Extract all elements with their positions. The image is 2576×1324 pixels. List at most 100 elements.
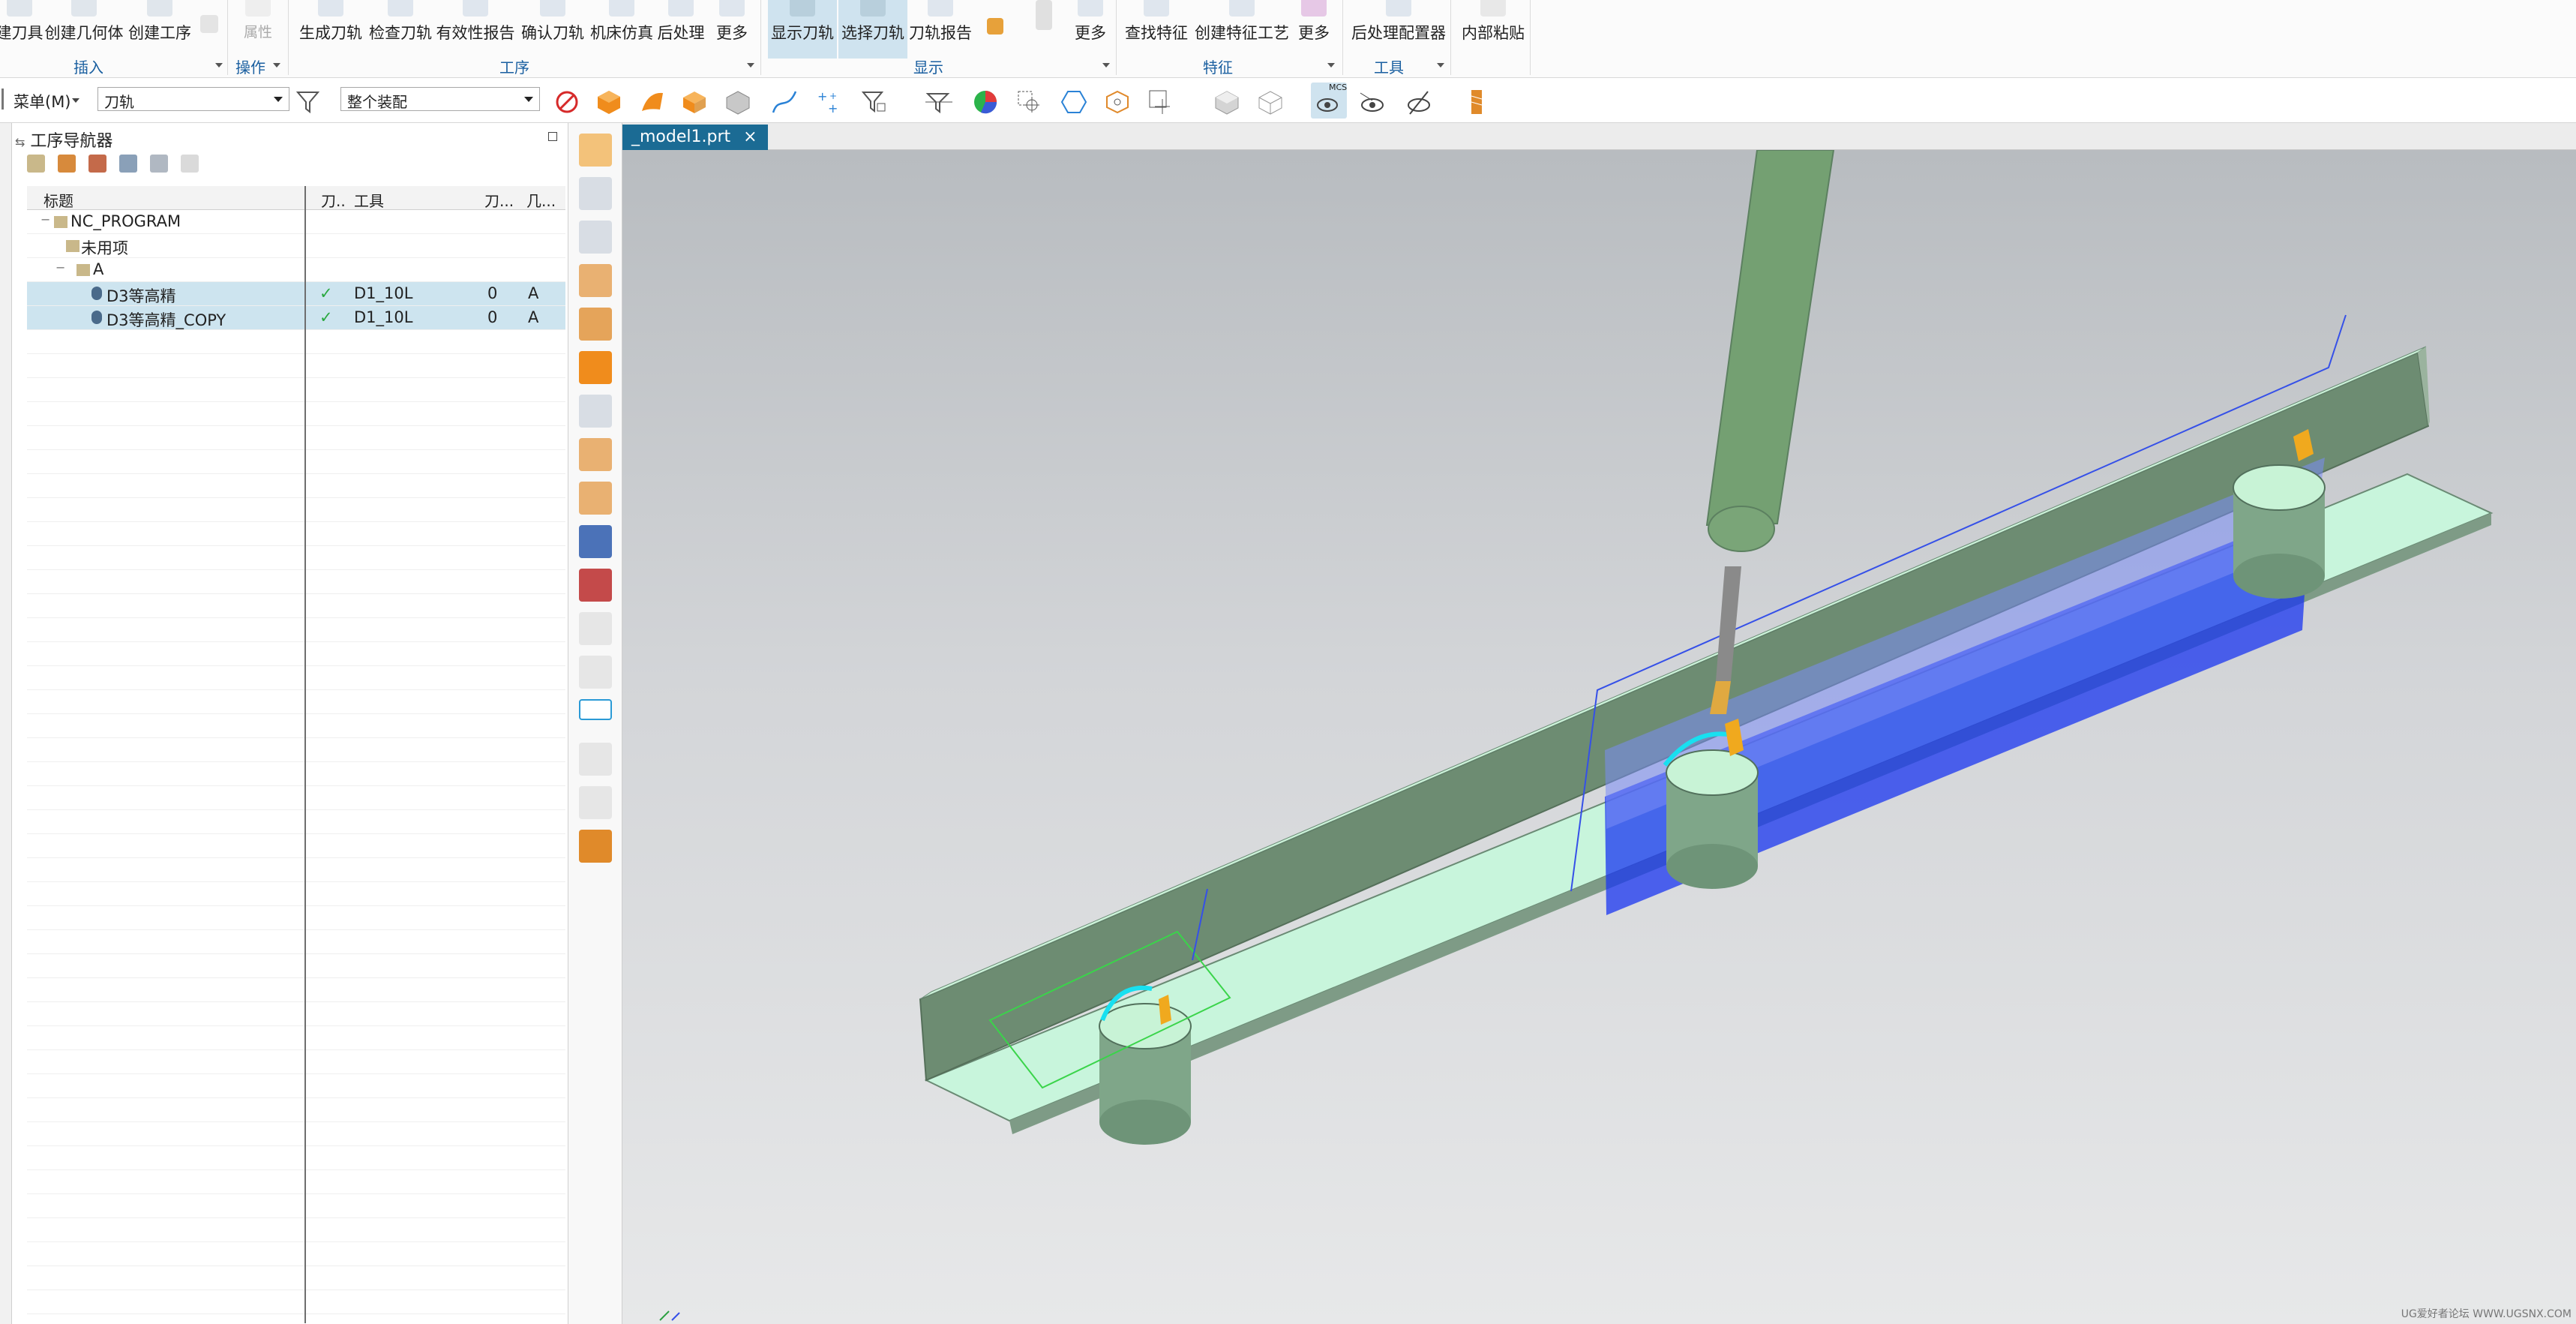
tool-delete-icon[interactable] (579, 482, 612, 515)
create-operation-button[interactable]: 创建工序 (127, 0, 192, 59)
show-toolpath-button[interactable]: 显示刀轨 (768, 0, 837, 59)
sheet-body-icon[interactable] (639, 89, 666, 116)
machine-simulation-button[interactable]: 机床仿真 (589, 0, 654, 59)
postprocess-button[interactable]: 后处理 (657, 0, 705, 59)
filter-icon[interactable] (295, 89, 322, 116)
create-feature-process-button[interactable]: 创建特征工艺 (1195, 0, 1289, 59)
point-icon[interactable]: + + + (816, 89, 843, 116)
tool-axis-icon[interactable] (579, 264, 612, 297)
tool-display-icon[interactable] (1464, 89, 1491, 116)
confirm-toolpath-button[interactable]: 确认刀轨 (520, 0, 585, 59)
col-tool-number[interactable]: 刀... (484, 189, 514, 211)
find-icon[interactable] (150, 155, 169, 173)
display-icons-stack[interactable] (978, 0, 1012, 59)
tool-list-icon[interactable] (579, 438, 612, 471)
curve-icon[interactable] (771, 89, 798, 116)
col-geometry[interactable]: 几... (526, 189, 556, 211)
collapse-icon[interactable]: − (55, 260, 65, 275)
properties-button[interactable]: 属性 (237, 0, 279, 59)
chevron-down-icon[interactable] (1437, 63, 1444, 68)
chevron-down-icon[interactable] (215, 63, 223, 68)
geometry-view-icon[interactable] (88, 155, 107, 173)
insert-extra-button[interactable] (196, 0, 222, 59)
chevron-down-icon[interactable] (273, 63, 280, 68)
col-title[interactable]: 标题 (43, 189, 73, 211)
show-toolpath-icon (790, 0, 815, 17)
mcs-view-icon[interactable]: MCS (1311, 83, 1347, 119)
selection-filter-icon[interactable] (861, 89, 888, 116)
tree-row-program-a[interactable]: − A (27, 258, 565, 282)
create-tool-button[interactable]: 建刀具 (0, 0, 43, 59)
tree-row-operation-copy[interactable]: D3等高精_COPY ✓ D1_10L 0 A (27, 306, 565, 330)
chevron-down-icon[interactable] (747, 63, 754, 68)
toolpath-report-button[interactable]: 刀轨报告 (907, 0, 973, 59)
blank-icon[interactable] (579, 351, 612, 384)
tool-holder-icon[interactable] (579, 830, 612, 863)
solid-body-icon[interactable] (595, 89, 622, 116)
tool-view-icon[interactable] (58, 155, 76, 173)
chevron-down-icon[interactable] (1327, 63, 1335, 68)
create-geometry-button[interactable]: 创建几何体 (45, 0, 124, 59)
select-toolpath-button[interactable]: 选择刀轨 (838, 0, 907, 59)
gray-body-icon[interactable] (724, 89, 751, 116)
graphics-window[interactable]: UG爱好者论坛 WWW.UGSNX.COM (622, 150, 2576, 1324)
document-tab[interactable]: _model1.prt × (622, 125, 768, 150)
wire-cube-icon[interactable] (1257, 89, 1284, 116)
verify-toolpath-button[interactable]: 检查刀轨 (367, 0, 433, 59)
machine-check-icon[interactable] (579, 569, 612, 602)
snap-point-icon[interactable] (1015, 89, 1042, 116)
model-scene[interactable] (622, 150, 2576, 1324)
svg-text:+: + (828, 101, 838, 116)
cube-snap-icon[interactable] (1104, 89, 1131, 116)
rectangle-icon[interactable] (579, 699, 612, 720)
list-add-icon[interactable] (579, 395, 612, 428)
tree-row-operation[interactable]: D3等高精 ✓ D1_10L 0 A (27, 282, 565, 306)
crosshair-icon[interactable] (1147, 89, 1174, 116)
tree-icon[interactable] (579, 177, 612, 210)
collapse-icon[interactable]: − (40, 212, 50, 227)
hide-eye-icon[interactable] (1405, 89, 1432, 116)
eye-view-icon[interactable] (1359, 89, 1386, 116)
tree-row-unused[interactable]: 未用项 (27, 234, 565, 258)
funnel-cross-icon[interactable] (925, 89, 952, 116)
document-icon[interactable] (579, 786, 612, 819)
toolpath-report-icon (928, 0, 953, 17)
validity-report-button[interactable]: 有效性报告 (436, 0, 515, 59)
type-filter-select[interactable]: 刀轨 (97, 87, 289, 111)
report-doc-icon[interactable] (579, 525, 612, 558)
verify-icon[interactable] (579, 308, 612, 341)
col-path-status[interactable]: 刀.. (321, 189, 346, 211)
tree-2-icon[interactable] (579, 221, 612, 254)
program-view-icon[interactable] (27, 155, 45, 173)
close-icon[interactable] (548, 132, 557, 141)
color-wheel-icon[interactable] (972, 89, 999, 116)
create-program-icon[interactable] (579, 134, 612, 167)
tree-row-nc-program[interactable]: − NC_PROGRAM (27, 210, 565, 234)
col-tool[interactable]: 工具 (354, 189, 384, 211)
path-replay-icon[interactable] (579, 612, 612, 645)
tab-close-icon[interactable]: × (743, 128, 757, 146)
shaded-cube-icon[interactable] (1213, 89, 1240, 116)
method-view-icon[interactable] (119, 155, 138, 173)
generate-toolpath-button[interactable]: 生成刀轨 (298, 0, 363, 59)
display-layer-button[interactable] (1029, 0, 1059, 59)
delete-icon[interactable] (181, 155, 199, 173)
face-icon[interactable] (681, 89, 708, 116)
display-more-button[interactable]: 更多 (1072, 0, 1108, 59)
hexagon-icon[interactable] (1060, 89, 1087, 116)
no-selection-icon[interactable] (553, 89, 580, 116)
internal-paste-button[interactable]: 内部粘贴 (1459, 0, 1527, 59)
find-feature-button[interactable]: 查找特征 (1123, 0, 1189, 59)
scope-select[interactable]: 整个装配 (340, 87, 540, 111)
chevron-down-icon[interactable] (1102, 63, 1110, 68)
path-delete-icon[interactable] (579, 743, 612, 776)
menu-button[interactable]: 菜单(M) (13, 90, 71, 113)
menu-icon (1, 89, 10, 110)
path-time-icon[interactable] (579, 656, 612, 689)
process-more-button[interactable]: 更多 (714, 0, 750, 59)
column-divider[interactable] (304, 186, 306, 1323)
resource-bar[interactable] (0, 123, 12, 1324)
post-configurator-button[interactable]: 后处理配置器 (1350, 0, 1447, 59)
feature-more-button[interactable]: 更多 (1296, 0, 1332, 59)
row-name: NC_PROGRAM (70, 212, 181, 230)
